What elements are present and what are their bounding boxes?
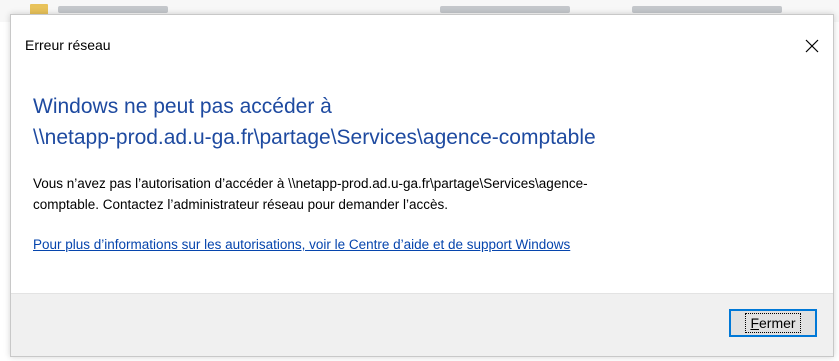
error-description-line2: comptable. Contactez l’administrateur ré… (33, 197, 448, 212)
error-description: Vous n’avez pas l’autorisation d’accéder… (33, 173, 823, 215)
background-item-type (632, 6, 782, 13)
error-description-line1: Vous n’avez pas l’autorisation d’accéder… (33, 176, 588, 191)
dialog-footer: Fermer (11, 293, 833, 356)
fermer-button-label: Fermer (745, 313, 801, 333)
close-icon (805, 39, 819, 53)
background-item-date (440, 6, 570, 13)
fermer-mnemonic: F (750, 315, 759, 331)
background-item-name (58, 6, 168, 13)
fermer-button[interactable]: Fermer (729, 309, 817, 337)
title-close-button[interactable] (795, 29, 829, 63)
dialog-titlebar: Erreur réseau (11, 15, 833, 63)
fermer-label-rest: ermer (759, 315, 796, 331)
main-instruction-line2: \\netapp-prod.ad.u-ga.fr\partage\Service… (33, 126, 596, 149)
dialog-title: Erreur réseau (25, 37, 111, 53)
main-instruction-line1: Windows ne peut pas accéder à (33, 95, 332, 118)
main-instruction: Windows ne peut pas accéder à \\netapp-p… (33, 91, 823, 153)
help-support-link[interactable]: Pour plus d’informations sur les autoris… (33, 237, 570, 252)
network-error-dialog: Erreur réseau Windows ne peut pas accéde… (10, 14, 834, 357)
dialog-content: Windows ne peut pas accéder à \\netapp-p… (33, 91, 823, 254)
